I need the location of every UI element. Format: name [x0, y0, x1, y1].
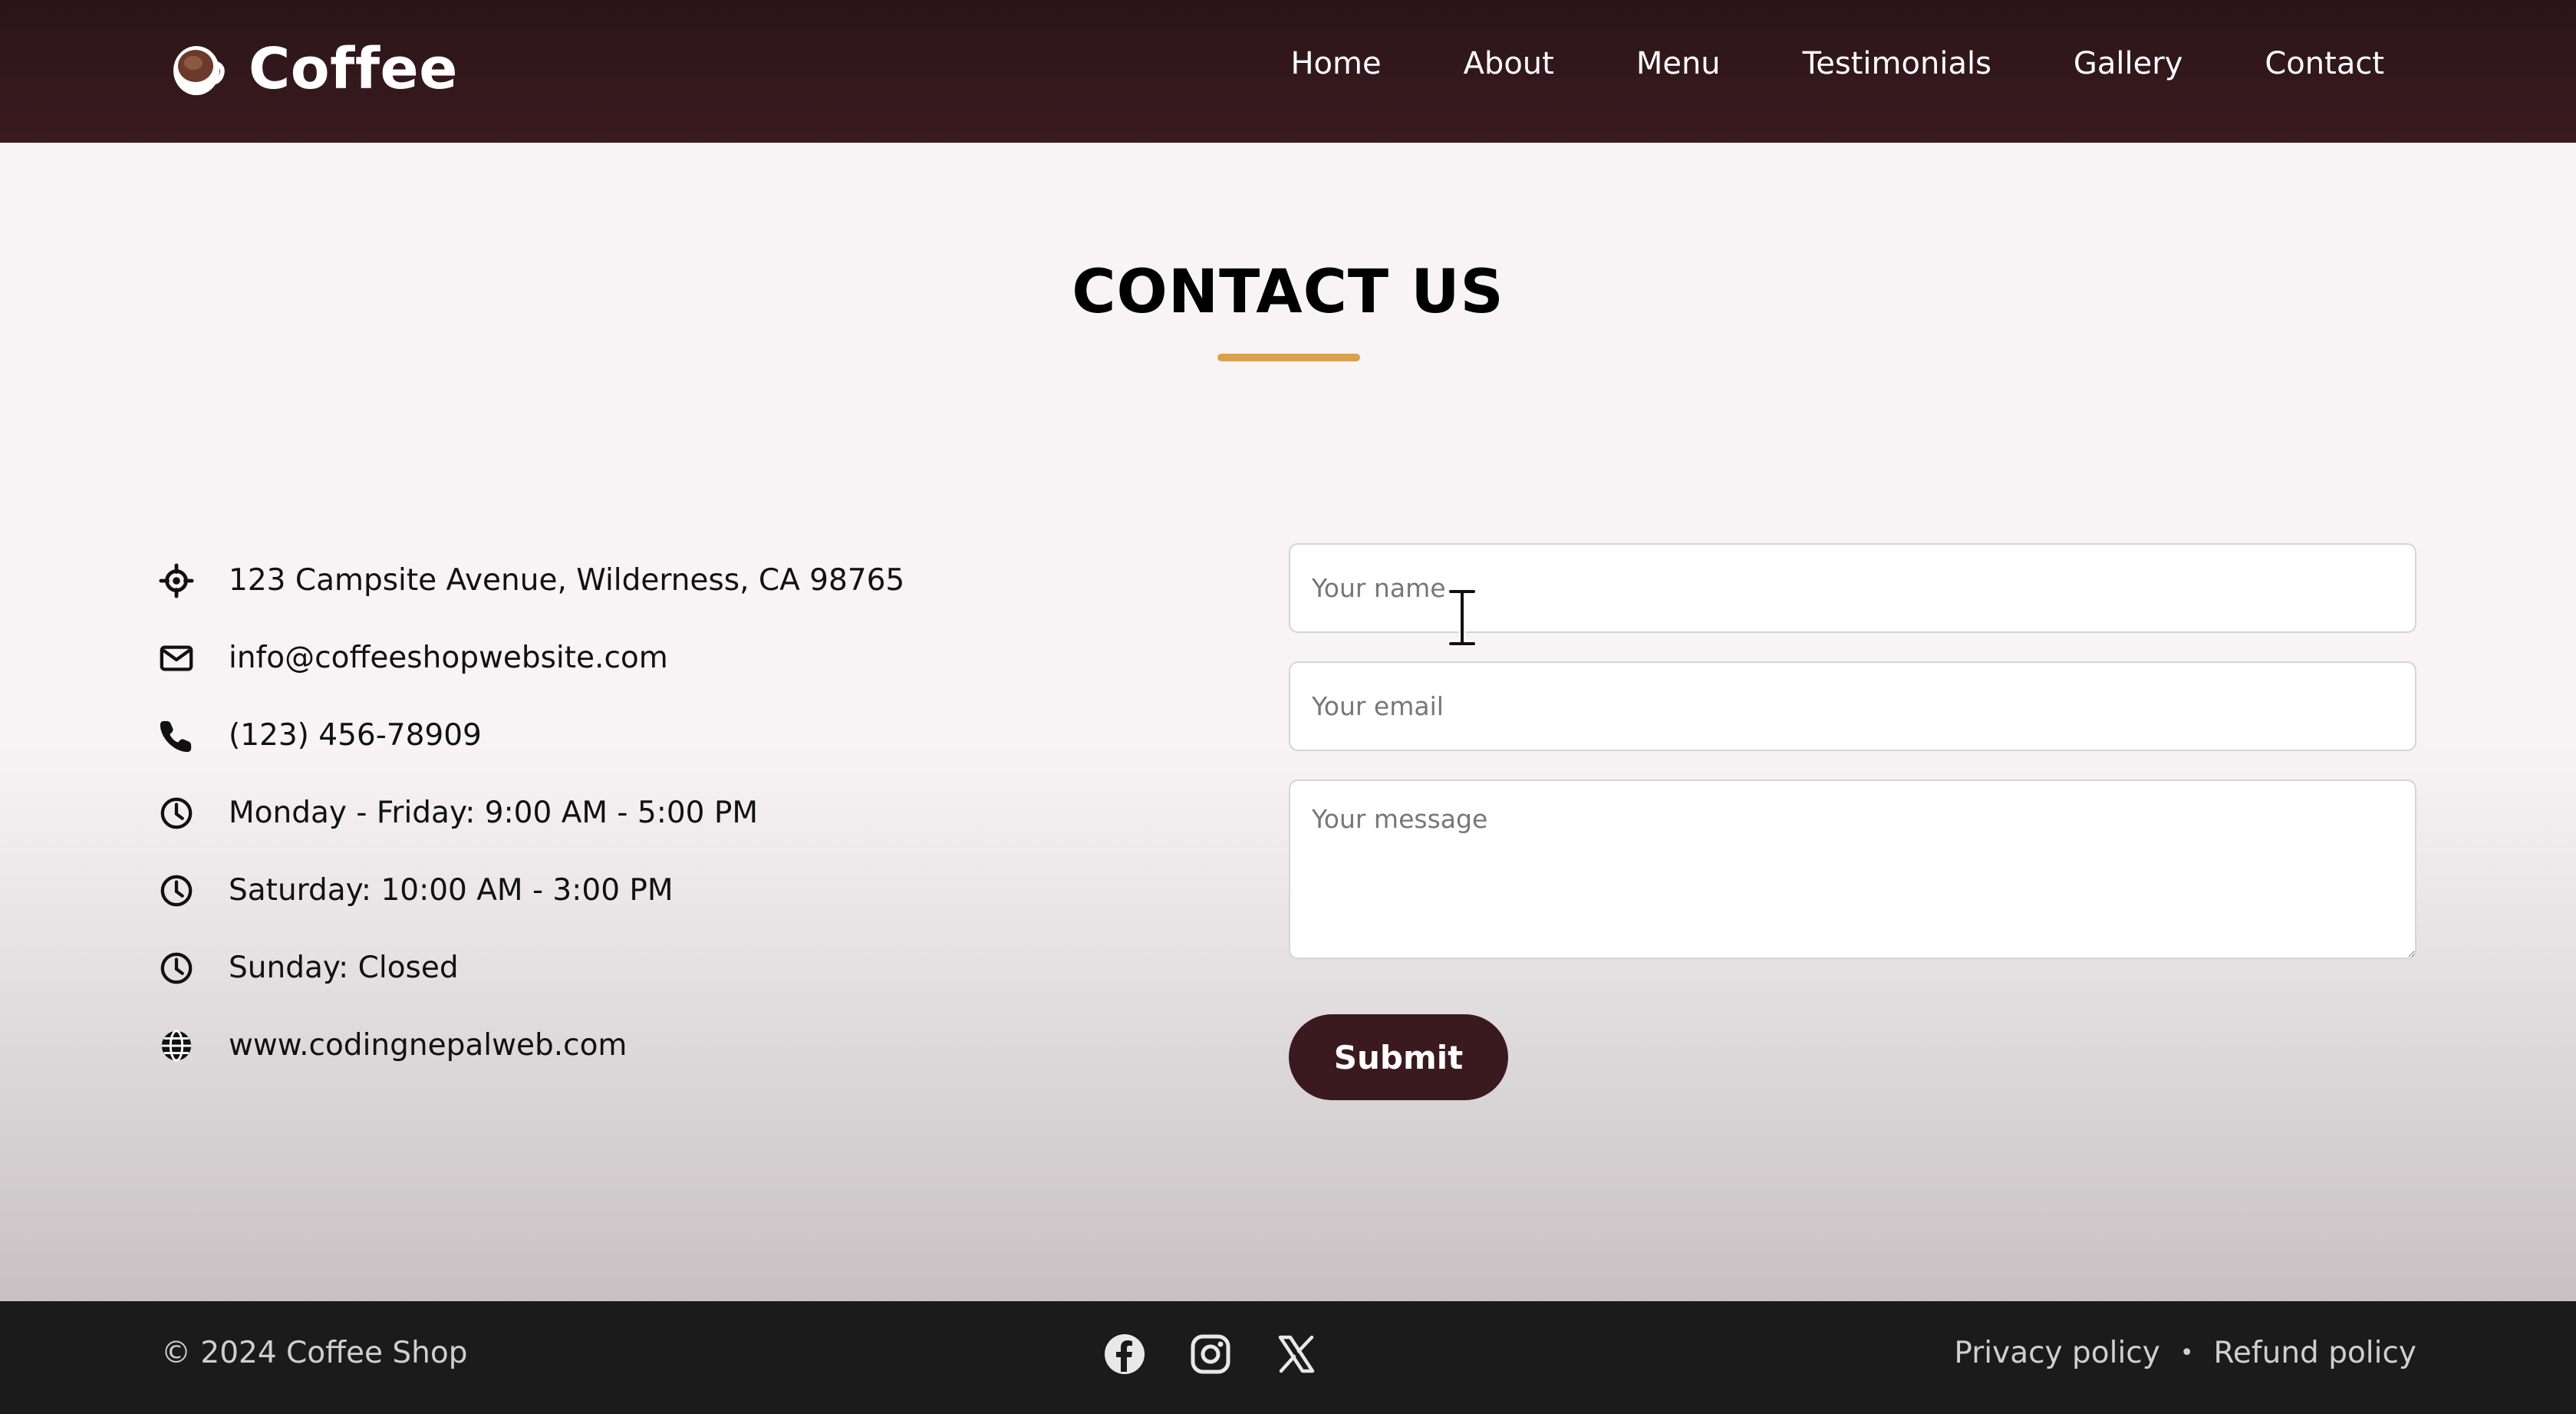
nav-item-home: Home: [1290, 46, 1381, 81]
coffee-cup-icon: [173, 46, 225, 95]
phone-text: (123) 456-78909: [229, 718, 482, 753]
title-underline: [1217, 354, 1360, 361]
social-links: [1102, 1332, 1319, 1376]
hours-saturday-text: Saturday: 10:00 AM - 3:00 PM: [229, 873, 674, 908]
copyright-text: © 2024 Coffee Shop: [161, 1336, 468, 1370]
brand-name: Coffee: [249, 36, 458, 102]
nav-item-gallery: Gallery: [2074, 46, 2182, 81]
site-footer: © 2024 Coffee Shop Privacy policy • Refu…: [0, 1301, 2576, 1414]
email-text: info@coffeeshopwebsite.com: [229, 641, 668, 675]
contact-info-list: 123 Campsite Avenue, Wilderness, CA 9876…: [158, 542, 904, 1084]
location-crosshair-icon: [158, 562, 195, 599]
brand-logo-link[interactable]: Coffee: [170, 31, 458, 107]
globe-icon: [158, 1027, 195, 1064]
nav-link-menu[interactable]: Menu: [1636, 46, 1721, 81]
site-header: Coffee Home About Menu Testimonials Gall…: [0, 0, 2576, 143]
link-separator: •: [2179, 1340, 2194, 1366]
envelope-icon: [158, 640, 195, 677]
contact-section: CONTACT US 123 Campsite Avenue, Wilderne…: [0, 143, 2576, 1301]
main-nav: Home About Menu Testimonials Gallery Con…: [1290, 38, 2384, 89]
website-text: www.codingnepalweb.com: [229, 1028, 628, 1063]
text-cursor-icon: [1447, 588, 1477, 647]
info-item-hours-sunday: Sunday: Closed: [158, 929, 904, 1007]
nav-link-about[interactable]: About: [1464, 46, 1554, 81]
address-text: 123 Campsite Avenue, Wilderness, CA 9876…: [229, 563, 905, 598]
instagram-icon[interactable]: [1188, 1332, 1233, 1376]
nav-link-testimonials[interactable]: Testimonials: [1803, 46, 1991, 81]
hours-sunday-text: Sunday: Closed: [229, 951, 459, 985]
info-item-phone: (123) 456-78909: [158, 697, 904, 774]
refund-policy-link[interactable]: Refund policy: [2214, 1336, 2416, 1370]
info-item-hours-weekday: Monday - Friday: 9:00 AM - 5:00 PM: [158, 774, 904, 852]
info-item-hours-saturday: Saturday: 10:00 AM - 3:00 PM: [158, 852, 904, 929]
nav-item-about: About: [1464, 46, 1554, 81]
nav-link-home[interactable]: Home: [1290, 46, 1381, 81]
nav-item-menu: Menu: [1636, 46, 1721, 81]
section-title: CONTACT US: [1072, 258, 1504, 327]
facebook-icon[interactable]: [1102, 1332, 1147, 1376]
phone-icon: [158, 717, 195, 754]
policy-links: Privacy policy • Refund policy: [1954, 1336, 2416, 1370]
email-input[interactable]: [1289, 661, 2416, 751]
info-item-website: www.codingnepalweb.com: [158, 1007, 904, 1084]
hours-weekday-text: Monday - Friday: 9:00 AM - 5:00 PM: [229, 796, 759, 830]
nav-item-testimonials: Testimonials: [1803, 46, 1991, 81]
nav-link-contact[interactable]: Contact: [2265, 46, 2384, 81]
nav-item-contact: Contact: [2265, 46, 2384, 81]
info-item-email: info@coffeeshopwebsite.com: [158, 619, 904, 697]
info-item-address: 123 Campsite Avenue, Wilderness, CA 9876…: [158, 542, 904, 619]
clock-icon: [158, 950, 195, 987]
nav-link-gallery[interactable]: Gallery: [2074, 46, 2182, 81]
x-icon[interactable]: [1274, 1332, 1319, 1376]
message-textarea[interactable]: [1289, 780, 2416, 959]
clock-icon: [158, 795, 195, 832]
privacy-policy-link[interactable]: Privacy policy: [1954, 1336, 2159, 1370]
submit-button[interactable]: Submit: [1289, 1014, 1508, 1100]
clock-icon: [158, 872, 195, 909]
